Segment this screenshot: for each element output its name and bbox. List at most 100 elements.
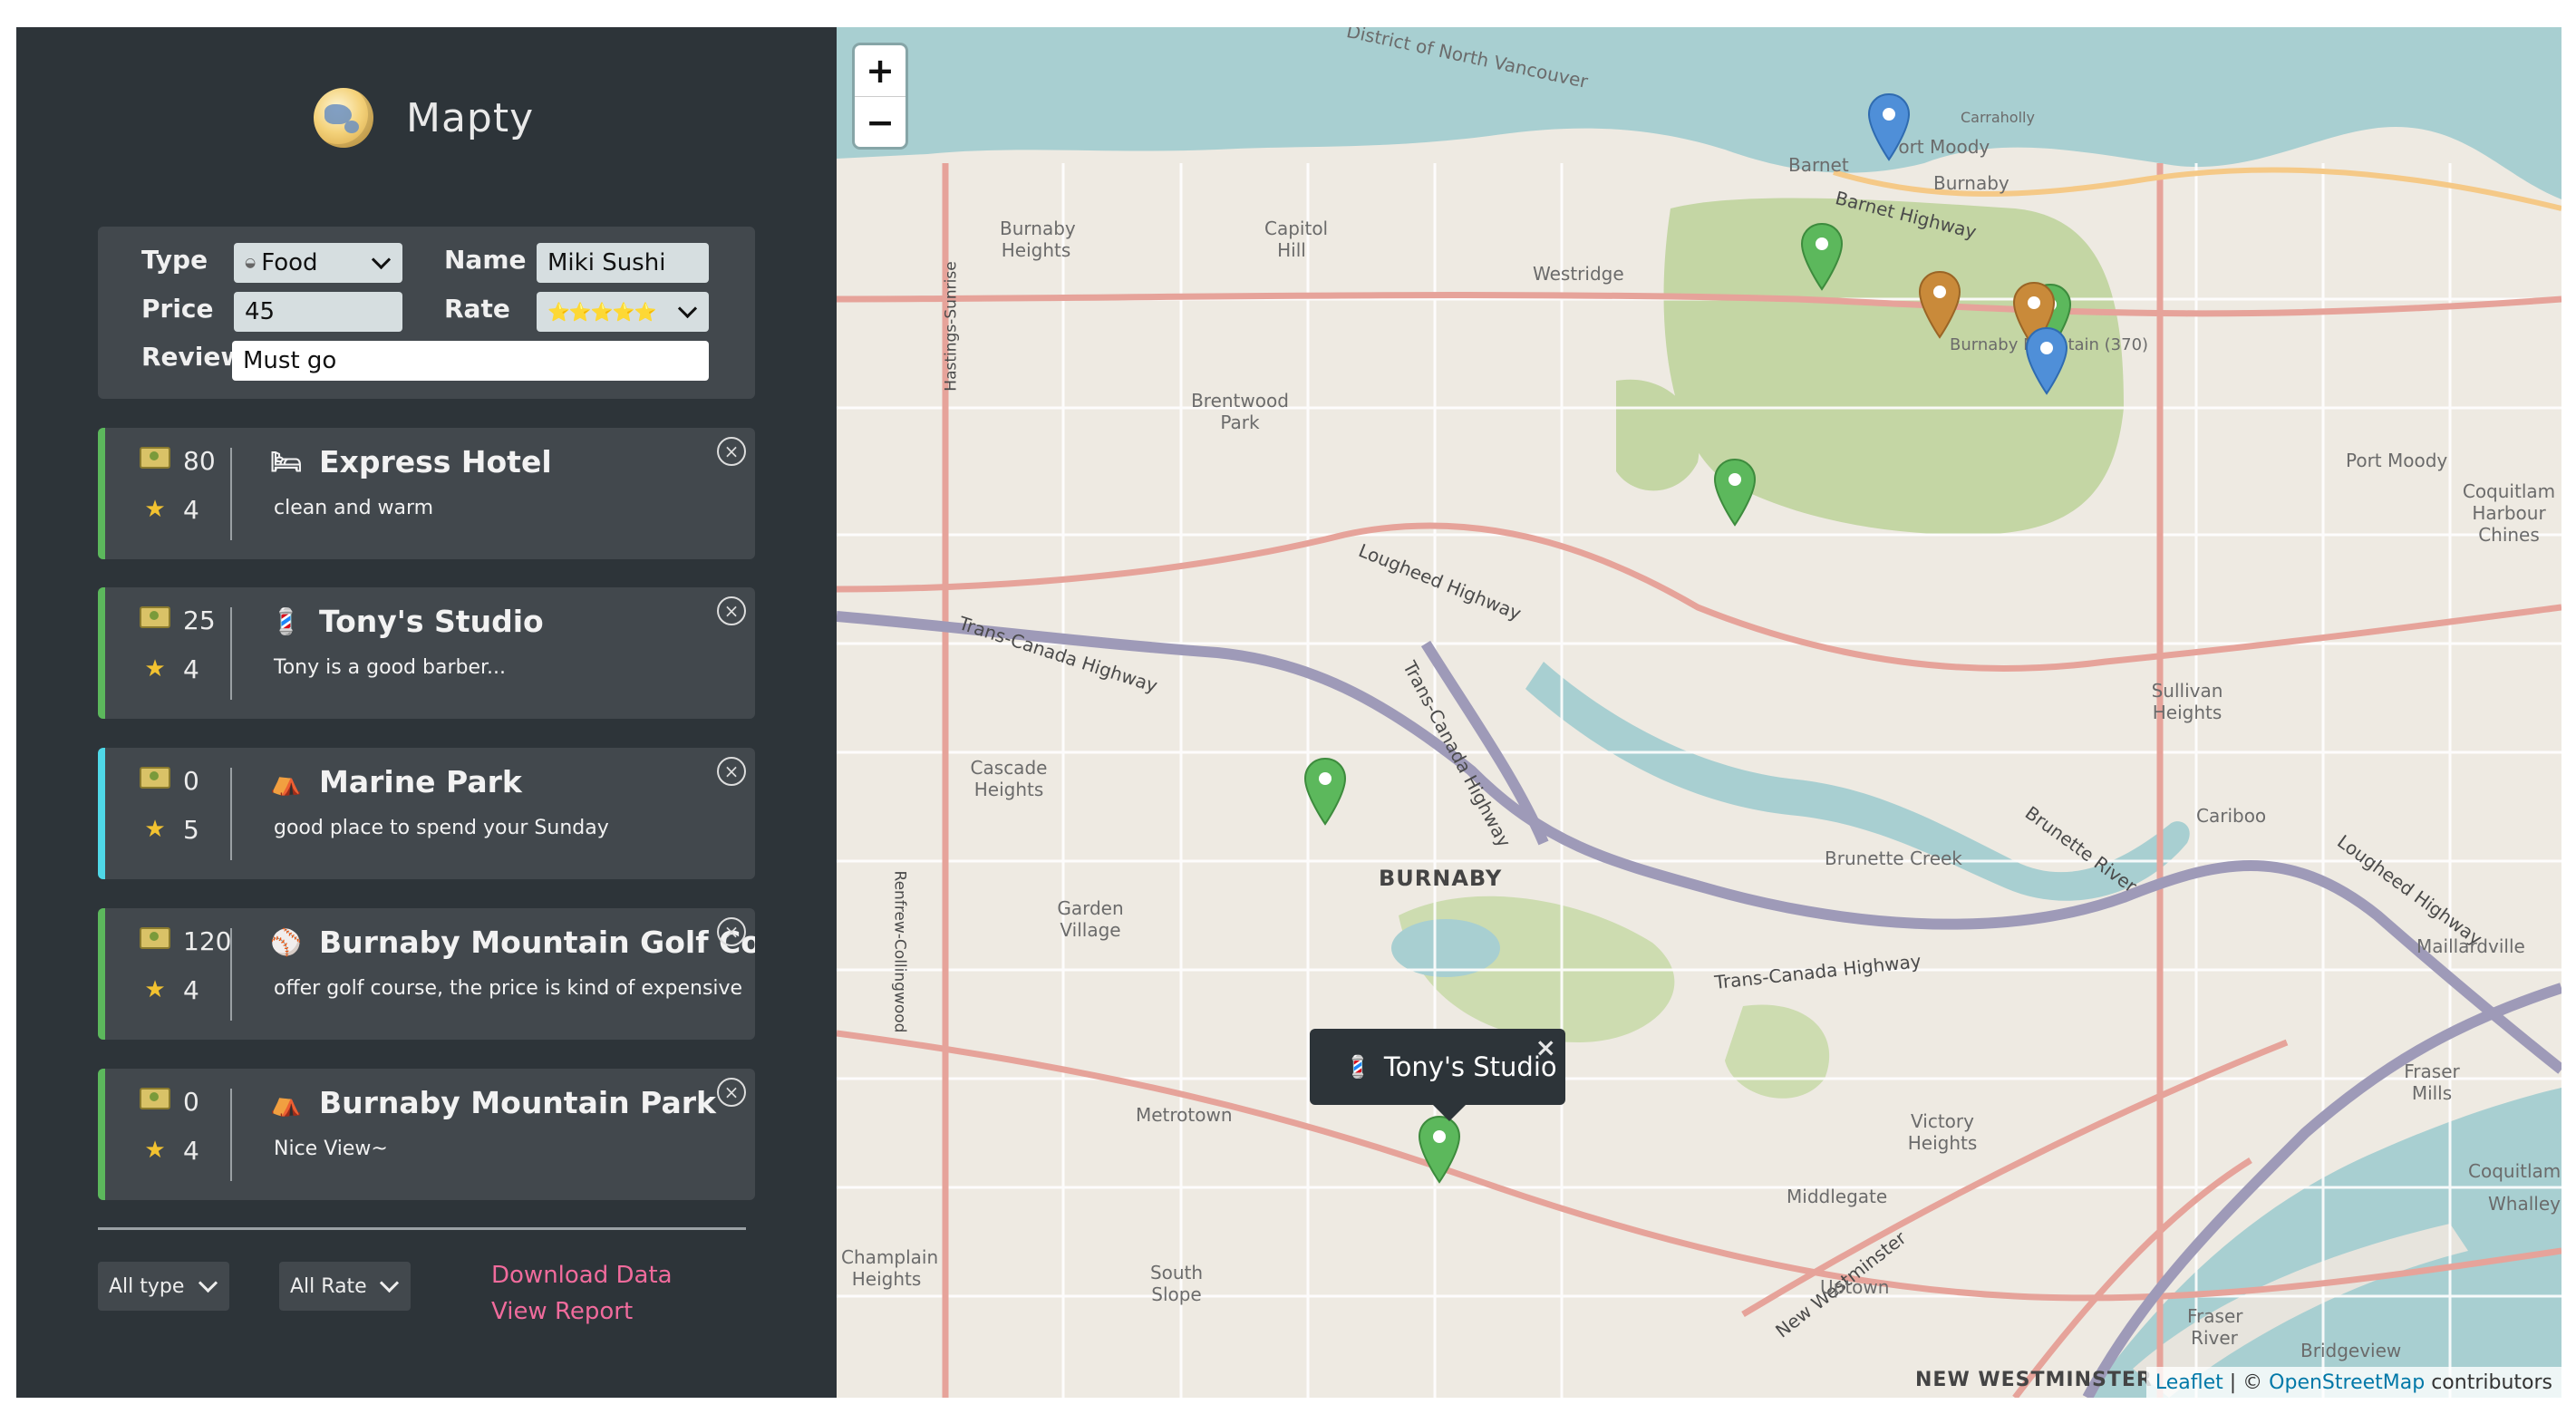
divider — [230, 928, 232, 1021]
card-accent-bar — [98, 1069, 105, 1200]
map-marker[interactable] — [1417, 1115, 1462, 1184]
map-label: BURNABY — [1379, 866, 1503, 891]
place-description: Tony is a good barber... — [274, 656, 506, 679]
map-label: Carraholly — [1961, 109, 2035, 126]
place-title: ⚾ Burnaby Mountain Golf Cours — [270, 925, 755, 960]
star-icon: ★ — [144, 496, 166, 523]
star-icon: ★ — [144, 1137, 166, 1164]
place-card[interactable]: 120 ★ 4 ⚾ Burnaby Mountain Golf Cours of… — [98, 908, 755, 1040]
place-name: Express Hotel — [319, 444, 552, 479]
star-icon: ★ — [144, 976, 166, 1003]
map-label: Renfrew-Collingwood — [890, 870, 909, 1033]
card-accent-bar — [98, 587, 105, 719]
price-input[interactable]: 45 — [234, 292, 402, 332]
type-filter-value: All type — [109, 1274, 185, 1298]
map-attribution: Leaflet | © OpenStreetMap contributors — [2145, 1367, 2561, 1398]
map-label: Fraser Mills — [2404, 1060, 2460, 1104]
map-popup[interactable]: 💈 Tony's Studio × — [1310, 1029, 1565, 1121]
map-marker[interactable] — [1917, 270, 1962, 339]
price-value: 25 — [183, 605, 216, 635]
place-card[interactable]: 25 ★ 4 💈 Tony's Studio Tony is a good ba… — [98, 587, 755, 719]
map-label: South Slope — [1149, 1262, 1204, 1305]
map-marker[interactable] — [1303, 757, 1348, 826]
money-icon — [140, 446, 170, 469]
place-description: good place to spend your Sunday — [274, 817, 609, 839]
rate-filter-select[interactable]: All Rate — [279, 1262, 411, 1311]
attribution-separator: | © — [2223, 1370, 2270, 1394]
name-label: Name — [444, 245, 527, 275]
camping-icon: ⛺ — [270, 1088, 302, 1118]
place-description: offer golf course, the price is kind of … — [274, 977, 743, 1000]
rating-value: 5 — [183, 814, 199, 845]
place-description: Nice View~ — [274, 1138, 388, 1160]
openstreetmap-link[interactable]: OpenStreetMap — [2269, 1371, 2425, 1394]
place-title: ⛺ Burnaby Mountain Park — [270, 1085, 716, 1120]
attribution-suffix: contributors — [2425, 1370, 2552, 1394]
price-value: 120 — [183, 925, 232, 956]
map-label: Brunette Creek — [1825, 847, 1962, 869]
globe-icon — [314, 88, 373, 148]
place-name: Burnaby Mountain Park — [319, 1085, 716, 1120]
popup-close-button[interactable]: × — [1535, 1032, 1556, 1062]
rate-select[interactable]: ⭐⭐⭐⭐⭐ — [537, 292, 709, 332]
barber-pole-icon: 💈 — [270, 606, 302, 636]
download-data-link[interactable]: Download Data — [491, 1262, 673, 1289]
map-marker[interactable] — [1799, 222, 1845, 291]
map-marker[interactable] — [1712, 458, 1758, 527]
food-icon: ◒ — [245, 256, 257, 270]
rating-stat: ★ 4 — [140, 491, 199, 528]
map-marker[interactable] — [1866, 92, 1912, 161]
chevron-down-icon — [198, 1273, 218, 1293]
review-input[interactable]: Must go — [232, 341, 709, 381]
card-accent-bar — [98, 428, 105, 559]
bed-icon: 🛏 — [270, 447, 303, 477]
card-accent-bar — [98, 908, 105, 1040]
place-card[interactable]: 0 ★ 4 ⛺ Burnaby Mountain Park Nice View~… — [98, 1069, 755, 1200]
map-marker[interactable] — [2024, 326, 2069, 395]
rating-stat: ★ 4 — [140, 651, 199, 687]
rate-select-value: ⭐⭐⭐⭐⭐ — [547, 301, 657, 323]
chevron-down-icon — [379, 1273, 400, 1293]
logo: Mapty — [314, 85, 534, 150]
map-label: Sullivan Heights — [2151, 680, 2223, 723]
zoom-out-button[interactable]: − — [855, 97, 905, 148]
app: Mapty Type ◒ Food Name Miki Sushi Price … — [16, 27, 2561, 1398]
leaflet-link[interactable]: Leaflet — [2155, 1371, 2223, 1394]
map-label: Port Moody — [2346, 450, 2448, 471]
ball-icon: ⚾ — [270, 927, 302, 957]
money-icon — [140, 605, 170, 628]
type-select-value: Food — [261, 249, 318, 276]
map-label: Burnaby Heights — [1000, 218, 1076, 261]
star-icon: ★ — [144, 816, 166, 843]
map[interactable]: + − District of North Vancouver Port Moo… — [837, 27, 2561, 1398]
map-label: Barnet — [1788, 154, 1849, 176]
name-input[interactable]: Miki Sushi — [537, 243, 709, 283]
type-filter-select[interactable]: All type — [98, 1262, 229, 1311]
rating-stat: ★ 4 — [140, 972, 199, 1008]
place-form: Type ◒ Food Name Miki Sushi Price 45 Rat… — [98, 227, 755, 399]
zoom-in-button[interactable]: + — [855, 45, 905, 97]
place-name: Tony's Studio — [319, 604, 544, 639]
close-icon[interactable]: × — [717, 1078, 746, 1107]
price-stat: 0 — [140, 762, 199, 799]
map-tiles — [837, 27, 2561, 1398]
map-label: Cascade Heights — [970, 757, 1048, 800]
map-label: Metrotown — [1136, 1104, 1233, 1126]
map-label: Coquitlam Harbour Chines — [2462, 480, 2556, 546]
place-card[interactable]: 80 ★ 4 🛏 Express Hotel clean and warm × — [98, 428, 755, 559]
close-icon[interactable]: × — [717, 437, 746, 466]
rate-filter-value: All Rate — [290, 1274, 367, 1298]
place-card[interactable]: 0 ★ 5 ⛺ Marine Park good place to spend … — [98, 748, 755, 879]
type-select[interactable]: ◒ Food — [234, 243, 402, 283]
view-report-link[interactable]: View Report — [491, 1298, 633, 1325]
close-icon[interactable]: × — [717, 917, 746, 946]
map-label: Middlegate — [1787, 1186, 1888, 1207]
map-label: Hastings-Sunrise — [942, 261, 961, 392]
close-icon[interactable]: × — [717, 757, 746, 786]
map-label: Cariboo — [2196, 805, 2267, 827]
place-title: ⛺ Marine Park — [270, 764, 522, 799]
map-label: Coquitlam — [2468, 1160, 2561, 1182]
chevron-down-icon — [371, 249, 392, 269]
chevron-down-icon — [677, 298, 698, 318]
close-icon[interactable]: × — [717, 596, 746, 625]
